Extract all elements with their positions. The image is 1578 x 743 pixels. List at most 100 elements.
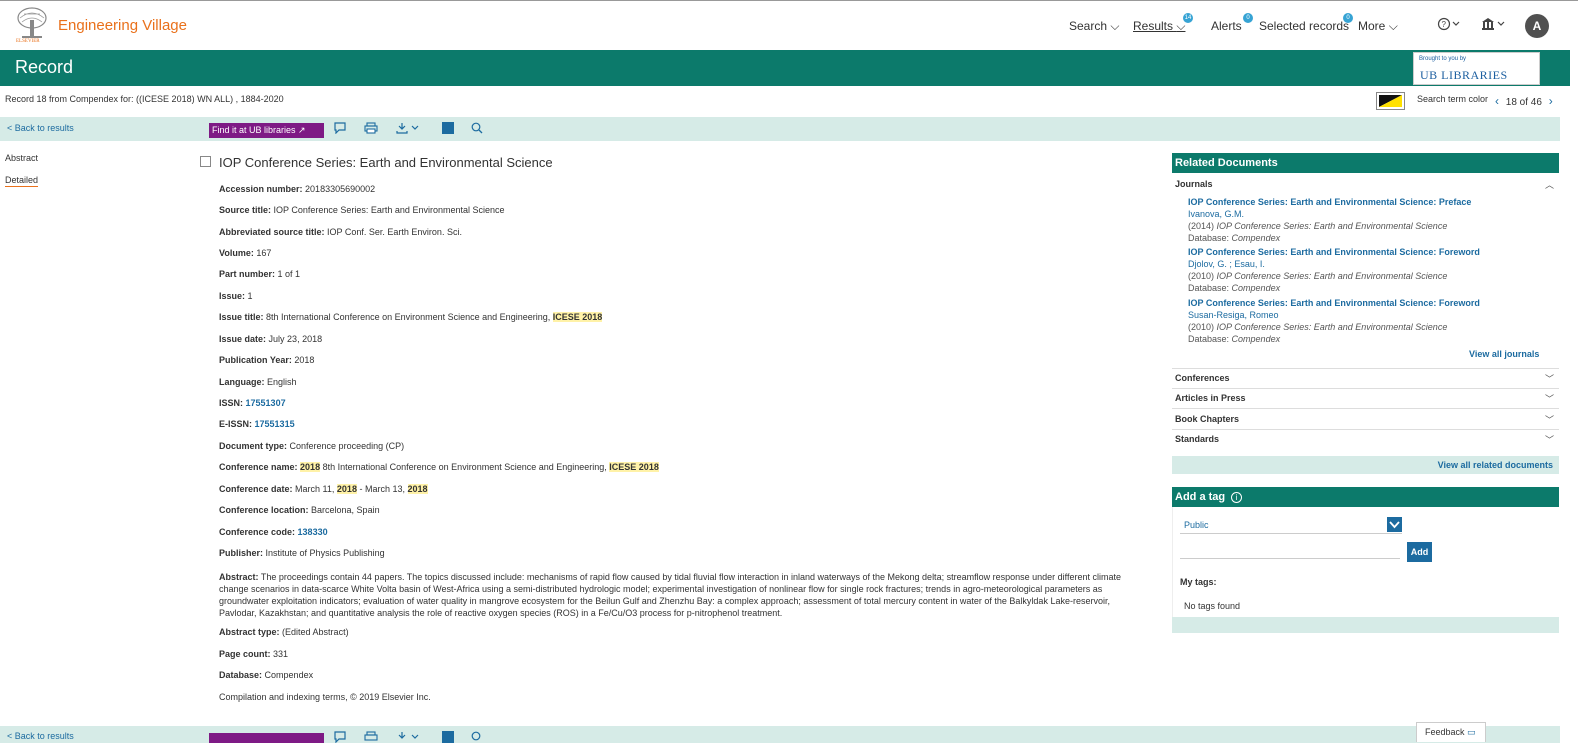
chat-icon: ▭ xyxy=(1467,727,1476,737)
view-all-related-link[interactable]: View all related documents xyxy=(1438,460,1553,470)
field-abstract-type: Abstract type: (Edited Abstract) xyxy=(219,627,349,637)
comment-icon[interactable] xyxy=(333,122,347,136)
record-toolbar-bottom: < Back to results xyxy=(0,726,1560,743)
download-icon[interactable] xyxy=(396,122,422,136)
chevron-down-icon[interactable]: ﹀ xyxy=(1545,372,1554,385)
field-abbreviated-source: Abbreviated source title: IOP Conf. Ser.… xyxy=(219,227,462,237)
field-source-title: Source title: IOP Conference Series: Ear… xyxy=(219,205,505,215)
search-highlight: 2018 xyxy=(407,484,428,494)
search-highlight: ICESE 2018 xyxy=(552,312,603,322)
chevron-down-icon[interactable]: ﹀ xyxy=(1545,392,1554,405)
conference-code-link[interactable]: 138330 xyxy=(298,527,328,537)
brand-name[interactable]: Engineering Village xyxy=(58,17,187,34)
related-item-title[interactable]: IOP Conference Series: Earth and Environ… xyxy=(1188,197,1471,207)
save-folder-icon[interactable] xyxy=(441,122,455,136)
field-abstract: Abstract: The proceedings contain 44 pap… xyxy=(219,572,1121,618)
leftnav-detailed[interactable]: Detailed xyxy=(5,175,39,187)
view-all-journals-link[interactable]: View all journals xyxy=(1469,349,1539,359)
add-tag-button[interactable]: Add xyxy=(1407,542,1432,562)
select-record-checkbox[interactable] xyxy=(200,156,211,167)
field-conference-location: Conference location: Barcelona, Spain xyxy=(219,505,380,515)
search-highlight: 2018 xyxy=(336,484,357,494)
related-item-authors[interactable]: Susan-Resiga, Romeo xyxy=(1188,310,1279,320)
related-item-authors[interactable]: Ivanova, G.M. xyxy=(1188,209,1244,219)
related-item-title[interactable]: IOP Conference Series: Earth and Environ… xyxy=(1188,247,1480,257)
divider xyxy=(1172,408,1559,409)
back-to-results-link[interactable]: < Back to results xyxy=(7,731,74,741)
print-icon[interactable] xyxy=(364,122,378,136)
save-folder-icon[interactable] xyxy=(441,731,455,743)
field-publisher: Publisher: Institute of Physics Publishi… xyxy=(219,548,385,558)
related-item-title[interactable]: IOP Conference Series: Earth and Environ… xyxy=(1188,298,1480,308)
nav-search[interactable]: Search ⌵ xyxy=(1069,19,1119,34)
search-icon[interactable] xyxy=(470,122,484,136)
search-icon[interactable] xyxy=(470,731,484,743)
related-footer: View all related documents xyxy=(1172,456,1559,474)
record-title: IOP Conference Series: Earth and Environ… xyxy=(219,155,553,170)
section-standards[interactable]: Standards xyxy=(1175,434,1219,444)
chevron-down-icon[interactable]: ﹀ xyxy=(1545,413,1554,426)
nav-selected-records[interactable]: Selected records xyxy=(1259,19,1349,33)
field-part-number: Part number: 1 of 1 xyxy=(219,269,301,279)
nav-alerts[interactable]: Alerts xyxy=(1211,19,1242,33)
chevron-up-icon[interactable]: ︿ xyxy=(1545,178,1554,191)
field-document-type: Document type: Conference proceeding (CP… xyxy=(219,441,405,451)
info-icon[interactable]: i xyxy=(1231,492,1243,503)
related-item-source: (2014) IOP Conference Series: Earth and … xyxy=(1188,221,1448,231)
results-badge: 14 xyxy=(1183,13,1193,23)
section-book-chapters[interactable]: Book Chapters xyxy=(1175,414,1239,424)
leftnav-abstract[interactable]: Abstract xyxy=(5,153,38,163)
brought-by-label: Brought to you by xyxy=(1419,56,1467,62)
section-conferences[interactable]: Conferences xyxy=(1175,373,1230,383)
download-icon[interactable] xyxy=(396,731,422,743)
institution-icon[interactable] xyxy=(1481,17,1507,34)
nav-results[interactable]: Results ⌵ xyxy=(1133,19,1185,34)
top-navigation: ELSEVIER Engineering Village Search ⌵ Re… xyxy=(0,0,1578,50)
svg-text:?: ? xyxy=(1442,20,1447,29)
section-articles-in-press[interactable]: Articles in Press xyxy=(1175,393,1246,403)
chevron-down-icon: ⌵ xyxy=(1388,19,1398,33)
find-it-button[interactable]: Find it at UB libraries ↗ xyxy=(209,123,324,138)
related-documents-heading: Related Documents xyxy=(1172,153,1559,173)
field-conference-date: Conference date: March 11, 2018 - March … xyxy=(219,484,428,494)
field-issue: Issue: 1 xyxy=(219,291,253,301)
user-avatar[interactable]: A xyxy=(1525,14,1549,38)
chevron-down-icon: ⌵ xyxy=(1110,19,1120,33)
back-to-results-link[interactable]: < Back to results xyxy=(7,123,74,133)
search-term-color-picker[interactable] xyxy=(1376,92,1405,110)
find-it-button[interactable] xyxy=(209,733,324,743)
related-item-authors[interactable]: Djolov, G. ; Esau, I. xyxy=(1188,259,1265,269)
eissn-link[interactable]: 17551315 xyxy=(255,419,295,429)
library-branding[interactable]: Brought to you by UB LIBRARIES xyxy=(1413,52,1540,85)
next-record-icon[interactable]: › xyxy=(1549,94,1553,108)
field-conference-name: Conference name: 2018 8th International … xyxy=(219,462,659,472)
previous-record-icon[interactable]: ‹ xyxy=(1495,94,1499,108)
field-issue-date: Issue date: July 23, 2018 xyxy=(219,334,323,344)
tag-input[interactable] xyxy=(1180,544,1400,559)
section-journals[interactable]: Journals xyxy=(1175,179,1213,189)
help-icon[interactable]: ? xyxy=(1437,17,1461,34)
comment-icon[interactable] xyxy=(333,731,347,743)
pager-text: 18 of 46 xyxy=(1505,97,1542,108)
related-item-database: Database: Compendex xyxy=(1188,233,1281,243)
divider xyxy=(1172,429,1559,430)
record-toolbar: < Back to results Find it at UB librarie… xyxy=(0,117,1560,141)
print-icon[interactable] xyxy=(364,731,378,743)
chevron-down-icon[interactable]: ﹀ xyxy=(1545,433,1554,446)
record-pager: ‹ 18 of 46 › xyxy=(1495,94,1553,108)
dropdown-chevron-icon[interactable] xyxy=(1387,517,1402,532)
record-header-bar: Record xyxy=(0,50,1570,86)
field-eissn: E-ISSN: 17551315 xyxy=(219,419,295,429)
tag-visibility-select[interactable]: Public xyxy=(1180,515,1402,534)
nav-more[interactable]: More ⌵ xyxy=(1358,19,1398,34)
library-name: UB LIBRARIES xyxy=(1420,68,1508,82)
field-page-count: Page count: 331 xyxy=(219,649,289,659)
related-item-source: (2010) IOP Conference Series: Earth and … xyxy=(1188,322,1448,332)
feedback-button[interactable]: Feedback ▭ xyxy=(1416,722,1486,742)
field-conference-code: Conference code: 138330 xyxy=(219,527,328,537)
page-title: Record xyxy=(15,57,74,77)
issn-link[interactable]: 17551307 xyxy=(246,398,286,408)
search-highlight: 2018 xyxy=(300,462,321,472)
related-item-database: Database: Compendex xyxy=(1188,334,1281,344)
field-issue-title: Issue title: 8th International Conferenc… xyxy=(219,312,603,322)
